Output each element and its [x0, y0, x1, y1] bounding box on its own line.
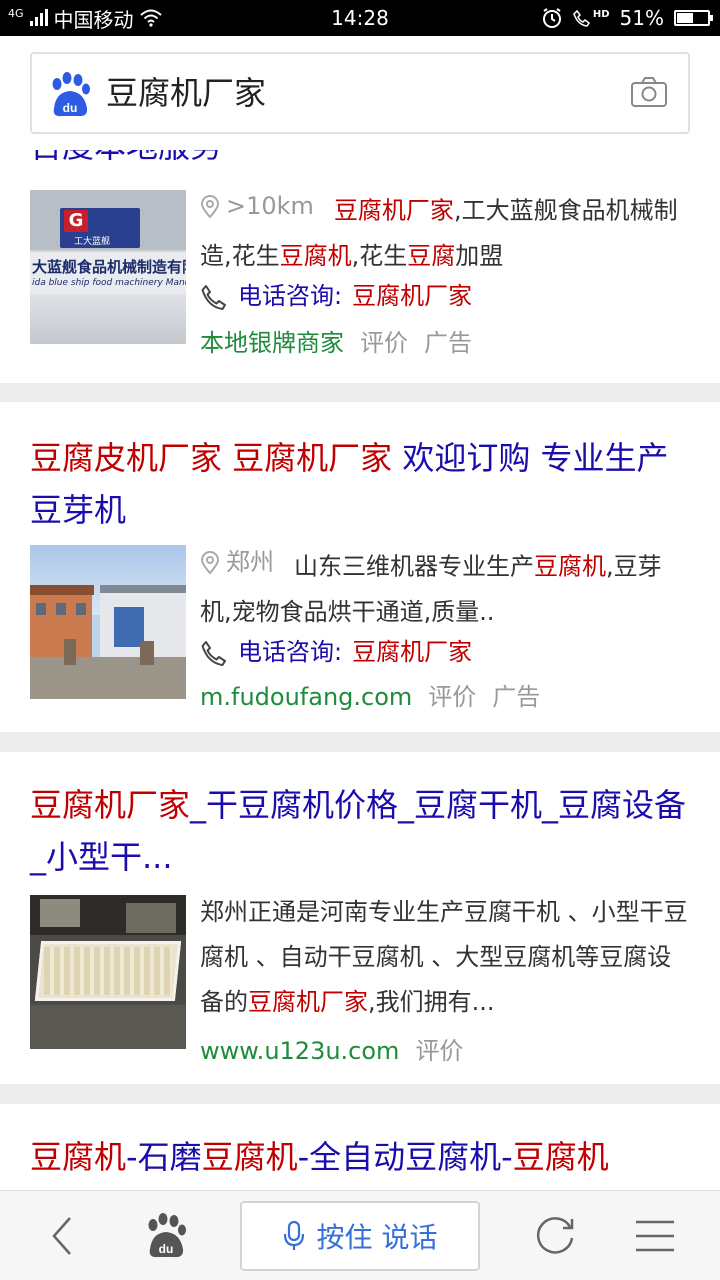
ad-label: 广告 [492, 683, 541, 711]
location: 郑州 [200, 540, 274, 585]
carrier-name: 中国移动 [53, 7, 134, 32]
result-thumbnail[interactable] [30, 895, 186, 1049]
voice-label: 按住 说话 [316, 1221, 438, 1254]
battery-icon [674, 10, 713, 26]
menu-icon[interactable] [632, 1213, 678, 1259]
result-description: 郑州 山东三维机器专业生产豆腐机,豆芽机,宠物食品烘干通道,质量.. [200, 540, 690, 630]
result-meta: www.u123u.com 评价 [200, 1034, 463, 1068]
review-link[interactable]: 评价 [415, 1034, 463, 1068]
result-description: >10km 豆腐机厂家,工大蓝舰食品机械制造,花生豆腐机,花生豆腐加盟 [200, 184, 690, 274]
phone-icon [201, 284, 226, 310]
location-pin-icon [200, 550, 220, 575]
paw-logo-text: du [63, 101, 78, 115]
result-card: 百度本地服务 G 工大蓝舰 大蓝舰食品机械制造有限 ida blue ship … [0, 150, 720, 383]
result-meta: m.fudoufang.com 评价 广告 [200, 680, 540, 714]
result-title[interactable]: 豆腐皮机厂家 豆腐机厂家 欢迎订购 专业生产豆芽机 [30, 432, 690, 536]
phone-consult-link[interactable]: 电话咨询: 豆腐机厂家 [200, 274, 690, 319]
search-header: du 豆腐机厂家 [0, 36, 720, 150]
result-meta: 本地银牌商家 评价 广告 [200, 326, 472, 360]
baidu-paw-icon: du [52, 72, 90, 117]
result-card: 豆腐机-石磨豆腐机-全自动豆腐机-豆腐机 [0, 1104, 720, 1190]
signal-icon [29, 9, 48, 26]
result-source: 本地银牌商家 [200, 329, 344, 357]
result-title[interactable]: 豆腐机-石磨豆腐机-全自动豆腐机-豆腐机 [30, 1131, 690, 1183]
bottom-toolbar: du 按住 说话 [0, 1190, 720, 1280]
review-link[interactable]: 评价 [428, 680, 476, 714]
results-list[interactable]: 百度本地服务 G 工大蓝舰 大蓝舰食品机械制造有限 ida blue ship … [0, 150, 720, 1190]
back-icon[interactable] [40, 1213, 86, 1259]
microphone-icon [283, 1220, 304, 1250]
phone-icon [201, 640, 226, 666]
review-link[interactable]: 评价 [360, 326, 408, 360]
status-right: HD 51% [541, 0, 713, 36]
result-title[interactable]: 豆腐机厂家_干豆腐机价格_豆腐干机_豆腐设备_小型干... [30, 779, 690, 883]
result-description: 郑州正通是河南专业生产豆腐干机 、小型干豆腐机 、自动干豆腐机 、大型豆腐机等豆… [200, 898, 688, 1016]
location-pin-icon [200, 194, 220, 219]
status-bar: 14:28 4G 中国移动 HD 51% [0, 0, 720, 36]
network-type: 4G [8, 6, 24, 20]
refresh-icon[interactable] [532, 1213, 578, 1259]
hd-call-icon: HD [573, 9, 610, 27]
result-source[interactable]: m.fudoufang.com [200, 680, 412, 714]
alarm-icon [542, 8, 561, 28]
location: >10km [200, 184, 314, 229]
home-logo-text: du [159, 1242, 174, 1256]
voice-search-button[interactable]: 按住 说话 [240, 1201, 480, 1271]
phone-consult-link[interactable]: 电话咨询: 豆腐机厂家 [200, 630, 690, 675]
search-query[interactable]: 豆腐机厂家 [106, 54, 266, 132]
battery-percent: 51% [619, 6, 664, 30]
result-thumbnail[interactable] [30, 545, 186, 699]
result-source[interactable]: www.u123u.com [200, 1034, 399, 1068]
result-card: 豆腐机厂家_干豆腐机价格_豆腐干机_豆腐设备_小型干... 郑州正通是河南专业生… [0, 752, 720, 1084]
result-thumbnail[interactable]: G 工大蓝舰 大蓝舰食品机械制造有限 ida blue ship food ma… [30, 190, 186, 344]
status-left: 4G 中国移动 [8, 0, 162, 36]
ad-label: 广告 [424, 329, 472, 357]
result-title[interactable]: 百度本地服务 [30, 150, 690, 172]
baidu-home-icon[interactable]: du [143, 1213, 189, 1259]
result-card: 豆腐皮机厂家 豆腐机厂家 欢迎订购 专业生产豆芽机 郑州 山东三维机器专业生产豆… [0, 402, 720, 732]
camera-icon[interactable] [630, 76, 668, 108]
search-box[interactable]: du 豆腐机厂家 [30, 52, 690, 134]
wifi-icon [139, 9, 162, 27]
